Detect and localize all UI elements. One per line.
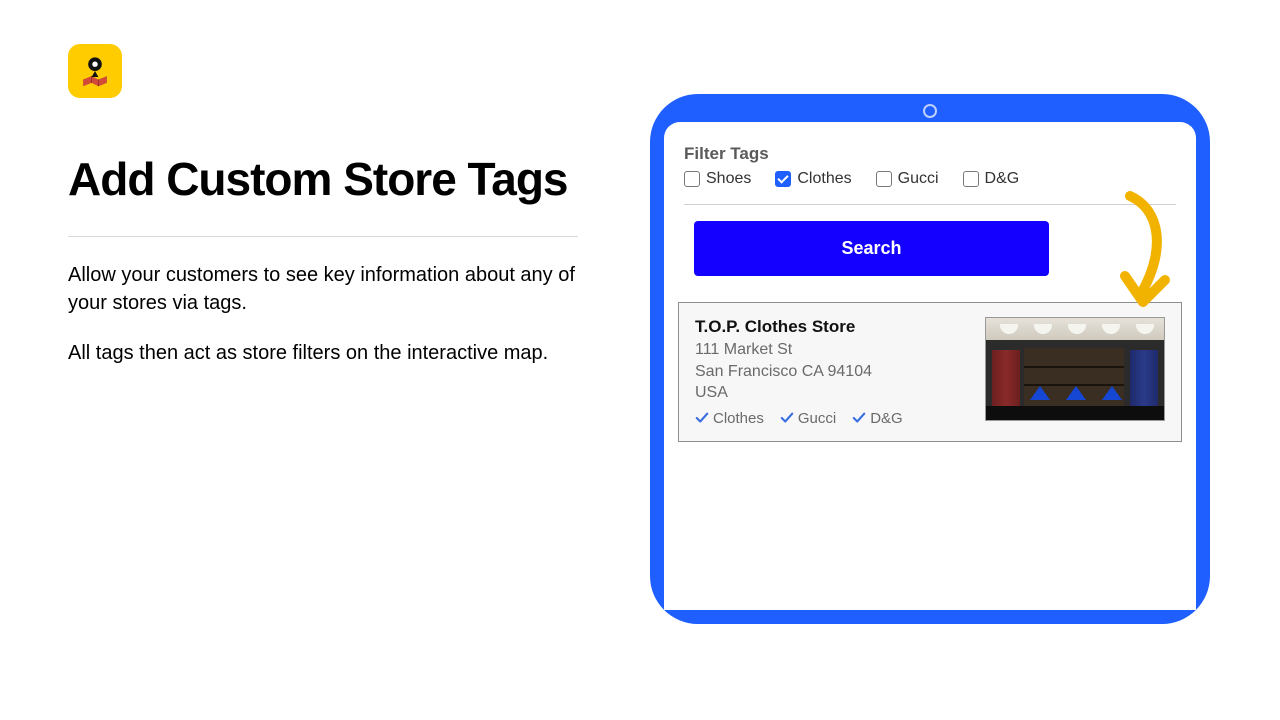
heading-divider (68, 236, 578, 237)
feature-description: Allow your customers to see key informat… (68, 261, 578, 368)
filter-item-dg[interactable]: D&G (963, 170, 1020, 188)
description-para-1: Allow your customers to see key informat… (68, 261, 578, 318)
device-notches (650, 104, 1210, 118)
store-name: T.O.P. Clothes Store (695, 317, 969, 337)
store-address-line-1: 111 Market St (695, 339, 969, 361)
map-pin-icon (78, 54, 112, 88)
store-result-card[interactable]: T.O.P. Clothes Store 111 Market St San F… (678, 302, 1182, 442)
store-tag-dg: D&G (852, 410, 903, 427)
store-tag-clothes: Clothes (695, 410, 764, 427)
filter-tags-title: Filter Tags (684, 144, 1176, 164)
device-frame: Filter Tags Shoes Clothes Gucci D&G (650, 94, 1210, 624)
store-tag-gucci: Gucci (780, 410, 836, 427)
checkbox-icon[interactable] (876, 171, 892, 187)
filter-item-shoes[interactable]: Shoes (684, 170, 751, 188)
store-address-line-3: USA (695, 382, 969, 404)
page-heading: Add Custom Store Tags (68, 154, 588, 206)
store-info: T.O.P. Clothes Store 111 Market St San F… (695, 317, 969, 427)
store-tag-label: Clothes (713, 410, 764, 427)
filter-label: Gucci (898, 170, 939, 188)
search-button[interactable]: Search (694, 221, 1049, 276)
filter-item-clothes[interactable]: Clothes (775, 170, 851, 188)
checkbox-icon[interactable] (684, 171, 700, 187)
store-photo (985, 317, 1165, 421)
checkbox-checked-icon[interactable] (775, 171, 791, 187)
filter-label: Clothes (797, 170, 851, 188)
filter-label: Shoes (706, 170, 751, 188)
check-icon (852, 411, 866, 425)
filter-tags-row: Shoes Clothes Gucci D&G (684, 170, 1176, 188)
description-para-2: All tags then act as store filters on th… (68, 339, 578, 367)
store-tag-label: D&G (870, 410, 903, 427)
check-icon (780, 411, 794, 425)
checkbox-icon[interactable] (963, 171, 979, 187)
filter-item-gucci[interactable]: Gucci (876, 170, 939, 188)
filter-label: D&G (985, 170, 1020, 188)
store-address-line-2: San Francisco CA 94104 (695, 361, 969, 383)
camera-dot-icon (923, 104, 937, 118)
store-tags-list: Clothes Gucci D&G (695, 410, 969, 427)
store-tag-label: Gucci (798, 410, 836, 427)
check-icon (695, 411, 709, 425)
curved-arrow-icon (1095, 190, 1175, 320)
app-icon (68, 44, 122, 98)
